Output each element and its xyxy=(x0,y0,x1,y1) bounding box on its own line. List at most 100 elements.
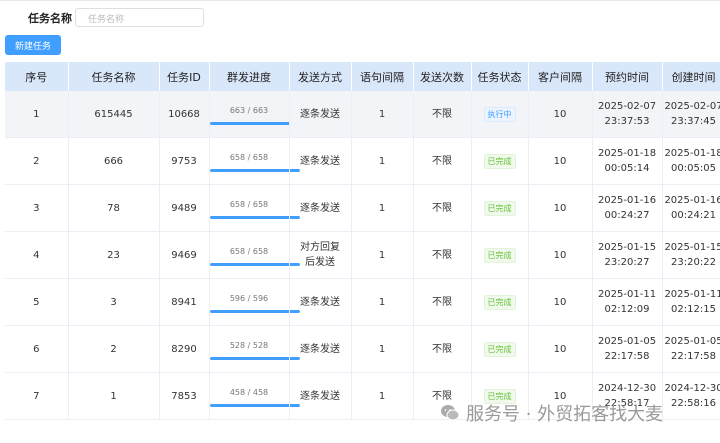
cell-created-time: 2025-01-15 23:20:22 xyxy=(662,231,720,279)
task-name-input[interactable]: 任务名称 xyxy=(75,8,204,27)
column-header: 预约时间 xyxy=(592,62,663,91)
column-header: 群发进度 xyxy=(209,62,290,91)
progress-text: 658 / 658 xyxy=(229,247,269,256)
scheduled-date: 2025-02-07 xyxy=(597,101,657,112)
cell-scheduled-time: 2025-01-18 00:05:14 xyxy=(592,137,663,185)
scheduled-date: 2025-01-11 xyxy=(597,289,657,300)
progress-text: 458 / 458 xyxy=(229,388,269,397)
top-border xyxy=(0,0,720,1)
table-row[interactable]: 5 3 8941 596 / 596 逐条发送 1 不限 已完成 10 2025-01-11 02:… xyxy=(5,278,720,326)
cell-customer-interval: 10 xyxy=(528,137,593,185)
cell-send-method: 逐条发送 xyxy=(289,184,352,232)
cell-customer-interval: 10 xyxy=(528,278,593,326)
cell-task-id: 7853 xyxy=(159,372,210,420)
cell-created-time: 2025-01-05 22:17:58 xyxy=(662,325,720,373)
new-task-button[interactable]: 新建任务 xyxy=(5,35,61,55)
cell-send-count: 不限 xyxy=(413,91,472,138)
cell-progress: 663 / 663 xyxy=(209,91,300,138)
cell-sentence-interval: 1 xyxy=(351,91,414,138)
cell-status: 已完成 xyxy=(471,325,529,373)
cell-created-time: 2025-01-11 02:12:15 xyxy=(662,278,720,326)
table-row[interactable]: 2 666 9753 658 / 658 逐条发送 1 不限 已完成 10 2025-01-18 0… xyxy=(5,137,720,185)
created-date: 2025-01-11 xyxy=(664,289,720,300)
cell-scheduled-time: 2025-01-05 22:17:58 xyxy=(592,325,663,373)
cell-index: 5 xyxy=(5,278,69,326)
created-clock: 22:58:16 xyxy=(671,398,716,409)
column-header: 任务状态 xyxy=(471,62,529,91)
progress-bar xyxy=(209,310,300,313)
column-header: 客户间隔 xyxy=(528,62,593,91)
status-badge: 已完成 xyxy=(483,153,516,169)
column-header: 任务ID xyxy=(159,62,210,91)
cell-created-time: 2025-01-16 00:24:21 xyxy=(662,184,720,232)
cell-created-time: 2025-02-07 23:37:45 xyxy=(662,91,720,138)
created-clock: 02:12:15 xyxy=(671,304,716,315)
send-method-text: 逐条发送 xyxy=(300,390,340,402)
cell-task-id: 8290 xyxy=(159,325,210,373)
cell-index: 7 xyxy=(5,372,69,420)
progress-bar xyxy=(209,216,300,219)
column-header: 序号 xyxy=(5,62,69,91)
cell-customer-interval: 10 xyxy=(528,184,593,232)
cell-sentence-interval: 1 xyxy=(351,372,414,420)
cell-index: 3 xyxy=(5,184,69,232)
created-date: 2025-02-07 xyxy=(664,101,720,112)
table-row[interactable]: 4 23 9469 658 / 658 对方回复后发送 1 不限 已完成 10 2025-01-1… xyxy=(5,231,720,279)
cell-index: 6 xyxy=(5,325,69,373)
column-header: 任务名称 xyxy=(68,62,160,91)
progress-text: 663 / 663 xyxy=(229,106,269,115)
scheduled-clock: 22:17:58 xyxy=(604,351,650,362)
cell-task-name: 78 xyxy=(68,184,160,232)
cell-sentence-interval: 1 xyxy=(351,137,414,185)
table-row[interactable]: 6 2 8290 528 / 528 逐条发送 1 不限 已完成 10 2025-01-05 22:… xyxy=(5,325,720,373)
status-badge: 已完成 xyxy=(483,200,516,216)
progress-fill xyxy=(209,263,300,266)
progress-fill xyxy=(209,310,300,313)
table-row[interactable]: 3 78 9489 658 / 658 逐条发送 1 不限 已完成 10 2025-01-16 00… xyxy=(5,184,720,232)
task-table: 序号 任务名称 任务ID 群发进度 发送方式 语句间隔 发送次数 任务状态 客户… xyxy=(5,62,720,420)
cell-task-id: 10668 xyxy=(159,91,210,138)
progress-fill xyxy=(209,216,300,219)
created-date: 2025-01-18 xyxy=(664,148,720,159)
progress-fill xyxy=(209,122,300,125)
progress-bar xyxy=(209,404,300,407)
status-badge: 执行中 xyxy=(483,106,516,122)
progress-bar xyxy=(209,122,300,125)
created-date: 2024-12-30 xyxy=(664,383,720,394)
scheduled-clock: 23:37:53 xyxy=(604,116,650,127)
cell-send-method: 逐条发送 xyxy=(289,325,352,373)
cell-send-method: 逐条发送 xyxy=(289,278,352,326)
cell-customer-interval: 10 xyxy=(528,91,593,138)
progress-fill xyxy=(209,404,300,407)
cell-progress: 596 / 596 xyxy=(209,278,300,326)
cell-scheduled-time: 2025-01-15 23:20:27 xyxy=(592,231,663,279)
cell-status: 已完成 xyxy=(471,278,529,326)
table-row[interactable]: 1 615445 10668 663 / 663 逐条发送 1 不限 执行中 10 2025-02… xyxy=(5,91,720,138)
cell-index: 2 xyxy=(5,137,69,185)
progress-fill xyxy=(209,357,300,360)
progress-text: 596 / 596 xyxy=(229,294,269,303)
cell-task-name: 3 xyxy=(68,278,160,326)
watermark-text: 服务号 · 外贸拓客找大麦 xyxy=(466,404,664,425)
cell-progress: 658 / 658 xyxy=(209,137,300,185)
created-clock: 00:24:21 xyxy=(671,210,716,221)
cell-index: 1 xyxy=(5,91,69,138)
cell-sentence-interval: 1 xyxy=(351,231,414,279)
created-clock: 22:17:58 xyxy=(671,351,716,362)
progress-bar xyxy=(209,169,300,172)
cell-status: 已完成 xyxy=(471,231,529,279)
cell-send-count: 不限 xyxy=(413,278,472,326)
column-header: 发送次数 xyxy=(413,62,472,91)
cell-progress: 658 / 658 xyxy=(209,231,300,279)
scheduled-date: 2025-01-16 xyxy=(597,195,657,206)
status-badge: 已完成 xyxy=(483,341,516,357)
cell-created-time: 2025-01-18 00:05:05 xyxy=(662,137,720,185)
column-header: 创建时间 xyxy=(662,62,720,91)
cell-task-name: 2 xyxy=(68,325,160,373)
scheduled-clock: 02:12:09 xyxy=(604,304,650,315)
progress-text: 658 / 658 xyxy=(229,153,269,162)
status-badge: 已完成 xyxy=(483,247,516,263)
cell-send-method: 逐条发送 xyxy=(289,91,352,138)
created-clock: 23:37:45 xyxy=(671,116,716,127)
column-header: 发送方式 xyxy=(289,62,352,91)
